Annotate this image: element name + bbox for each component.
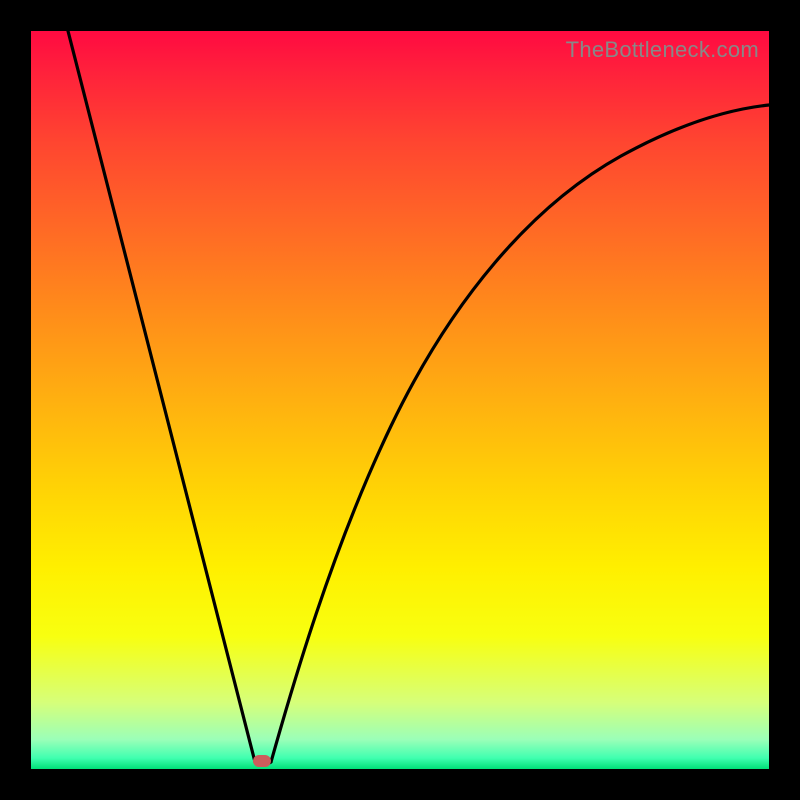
optimal-marker xyxy=(253,755,271,767)
bottleneck-curve xyxy=(31,31,769,769)
chart-frame: TheBottleneck.com xyxy=(0,0,800,800)
plot-area: TheBottleneck.com xyxy=(31,31,769,769)
